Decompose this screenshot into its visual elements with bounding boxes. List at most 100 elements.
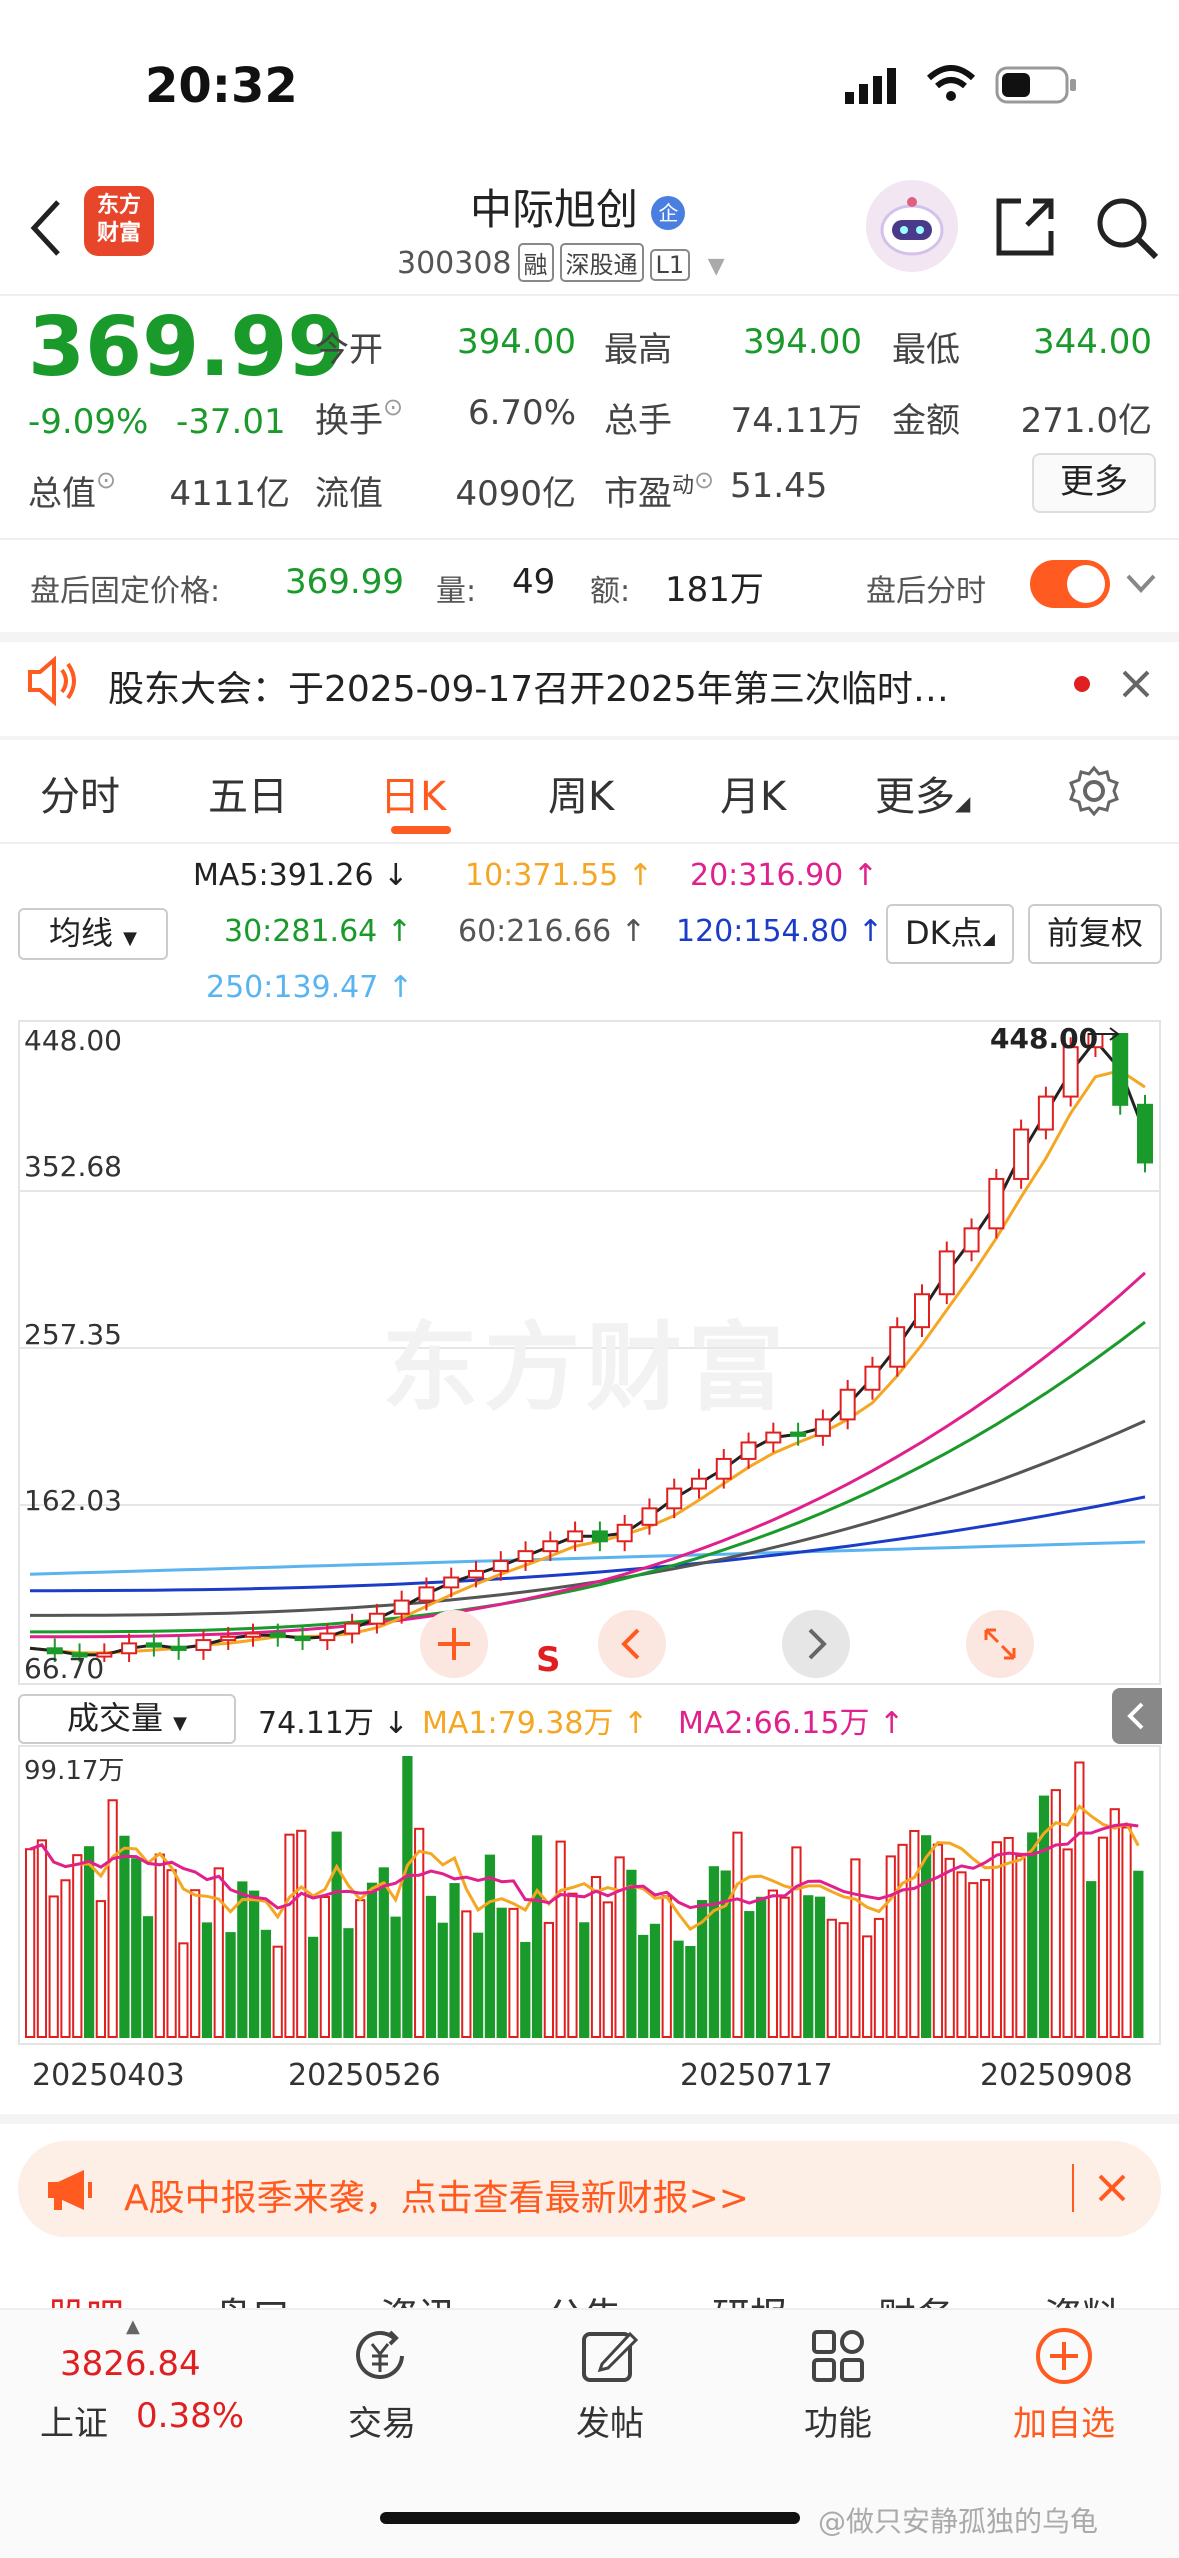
nav-trade-label[interactable]: 交易 bbox=[302, 2396, 462, 2445]
dk-point-button[interactable]: DK点◢ bbox=[886, 904, 1014, 964]
tab-daily-k[interactable]: 日K bbox=[380, 764, 446, 822]
sub-tab-finance[interactable]: 财务 bbox=[878, 2286, 954, 2308]
chevron-right-icon[interactable] bbox=[782, 1610, 850, 1678]
high-price-marker: 448.00 bbox=[990, 1022, 1099, 1055]
volume-bar bbox=[838, 1922, 849, 2039]
date-label-4: 20250908 bbox=[980, 2058, 1133, 2093]
share-icon[interactable] bbox=[993, 195, 1057, 263]
robot-assistant-icon[interactable] bbox=[866, 180, 958, 272]
candle bbox=[839, 1388, 856, 1421]
close-icon[interactable] bbox=[1096, 2172, 1128, 2208]
candle bbox=[740, 1441, 757, 1460]
volume-ma1: MA1:79.38万 ↑ bbox=[422, 1706, 649, 1741]
high-label: 最高 bbox=[604, 330, 672, 370]
adjust-button[interactable]: 前复权 bbox=[1028, 904, 1162, 964]
nav-function-label[interactable]: 功能 bbox=[758, 2396, 918, 2445]
volume-max-label: 99.17万 bbox=[24, 1756, 125, 1786]
megaphone-icon bbox=[44, 2166, 98, 2218]
candle bbox=[468, 1569, 484, 1579]
candle bbox=[988, 1177, 1005, 1230]
candle bbox=[914, 1293, 930, 1329]
info-icon[interactable]: ⊙ bbox=[96, 466, 116, 494]
volume-bar bbox=[1133, 1870, 1144, 2038]
volume-bar bbox=[814, 1896, 826, 2038]
y-axis-label-3: 257.35 bbox=[24, 1318, 122, 1351]
tab-more[interactable]: 更多◢ bbox=[875, 764, 970, 822]
tag-level: L1 bbox=[649, 249, 691, 281]
volume-bar bbox=[48, 1895, 59, 2038]
nav-post-label[interactable]: 发帖 bbox=[530, 2396, 690, 2445]
volume-bar bbox=[1062, 1848, 1073, 2038]
collapse-panel-icon[interactable] bbox=[1112, 1688, 1162, 1744]
volume-bar bbox=[873, 1917, 885, 2039]
watermark-text: 东方财富 bbox=[382, 1312, 790, 1424]
add-watchlist-icon[interactable] bbox=[1034, 2326, 1094, 2390]
tab-five-day[interactable]: 五日 bbox=[208, 764, 288, 822]
close-icon[interactable] bbox=[1120, 668, 1152, 704]
back-icon[interactable] bbox=[26, 198, 66, 262]
volume-bar bbox=[1109, 1808, 1120, 2039]
candle bbox=[765, 1431, 782, 1444]
volume-bar bbox=[779, 1896, 790, 2038]
volume-bar bbox=[119, 1835, 130, 2038]
index-name[interactable]: 上证 bbox=[40, 2396, 108, 2445]
search-icon[interactable] bbox=[1094, 195, 1160, 265]
after-hours-vol: 49 bbox=[512, 562, 556, 602]
expand-icon[interactable] bbox=[966, 1610, 1034, 1678]
sub-tab-forum[interactable]: 股吧 bbox=[48, 2286, 124, 2308]
ma60-label: 60:216.66 ↑ bbox=[458, 914, 646, 949]
index-value[interactable]: 3826.84 bbox=[60, 2344, 201, 2384]
stock-code: 300308 bbox=[397, 246, 512, 281]
tab-monthly-k[interactable]: 月K bbox=[720, 764, 786, 822]
open-value: 394.00 bbox=[457, 322, 576, 362]
volume-bar bbox=[36, 1839, 48, 2038]
after-hours-toggle-label: 盘后分时 bbox=[866, 574, 986, 609]
market-cap-value: 4111亿 bbox=[169, 474, 290, 514]
volume-bar bbox=[826, 1918, 837, 2038]
tab-weekly-k[interactable]: 周K bbox=[548, 764, 614, 822]
plus-icon[interactable] bbox=[420, 1610, 488, 1678]
after-hours-toggle[interactable] bbox=[1030, 560, 1110, 608]
notice-text[interactable]: 股东大会：于2025-09-17召开2025年第三次临时… bbox=[108, 660, 949, 712]
sub-tab-announcements[interactable]: 公告 bbox=[546, 2286, 622, 2308]
index-change[interactable]: 0.38% bbox=[136, 2396, 244, 2436]
candle bbox=[715, 1457, 732, 1480]
info-icon[interactable]: ⊙ bbox=[383, 393, 403, 421]
candle bbox=[814, 1418, 831, 1437]
more-button[interactable]: 更多 bbox=[1032, 453, 1156, 513]
dropdown-icon[interactable]: ▼ bbox=[708, 254, 725, 279]
signal-icon bbox=[845, 66, 901, 110]
sub-tab-profile[interactable]: 资料 bbox=[1044, 2286, 1120, 2308]
volume-bar bbox=[355, 1899, 366, 2038]
candle bbox=[889, 1326, 906, 1368]
chevron-left-icon[interactable] bbox=[598, 1610, 666, 1678]
sub-tab-news[interactable]: 资讯 bbox=[380, 2286, 456, 2308]
change-percent: -9.09% bbox=[28, 402, 149, 442]
tab-intraday[interactable]: 分时 bbox=[40, 764, 120, 822]
pe-label: 市盈动⊙ bbox=[604, 466, 715, 514]
sub-tab-orderbook[interactable]: 盘口 bbox=[214, 2286, 290, 2308]
nav-add-watchlist-label[interactable]: 加自选 bbox=[984, 2396, 1144, 2445]
open-label: 今开 bbox=[315, 330, 383, 370]
candle bbox=[393, 1599, 410, 1615]
market-cap-label: 总值⊙ bbox=[28, 466, 117, 514]
trade-icon[interactable] bbox=[350, 2326, 414, 2390]
candle bbox=[368, 1612, 385, 1625]
sub-tab-research[interactable]: 研报 bbox=[712, 2286, 788, 2308]
volume-bar bbox=[803, 1895, 814, 2038]
chevron-down-icon[interactable] bbox=[1124, 566, 1158, 604]
sub-tab-bar: 股吧 盘口 资讯 公告 研报 财务 资料 bbox=[0, 2256, 1179, 2308]
banner-divider bbox=[1072, 2164, 1074, 2212]
sell-signal-marker: S bbox=[536, 1640, 561, 1680]
after-hours-amt: 181万 bbox=[665, 570, 764, 610]
post-icon[interactable] bbox=[580, 2326, 640, 2390]
info-icon[interactable]: ⊙ bbox=[694, 466, 714, 494]
home-indicator[interactable] bbox=[380, 2512, 800, 2524]
gear-icon[interactable] bbox=[1068, 765, 1120, 821]
volume-chart[interactable] bbox=[18, 1745, 1161, 2045]
banner-text[interactable]: A股中报季来袭，点击查看最新财报>> bbox=[124, 2169, 749, 2221]
grid-icon[interactable] bbox=[808, 2326, 868, 2390]
volume-selector[interactable]: 成交量 ▼ bbox=[18, 1694, 236, 1744]
ma-selector[interactable]: 均线 ▼ bbox=[18, 908, 168, 960]
pe-dynamic-mark: 动 bbox=[672, 473, 695, 499]
